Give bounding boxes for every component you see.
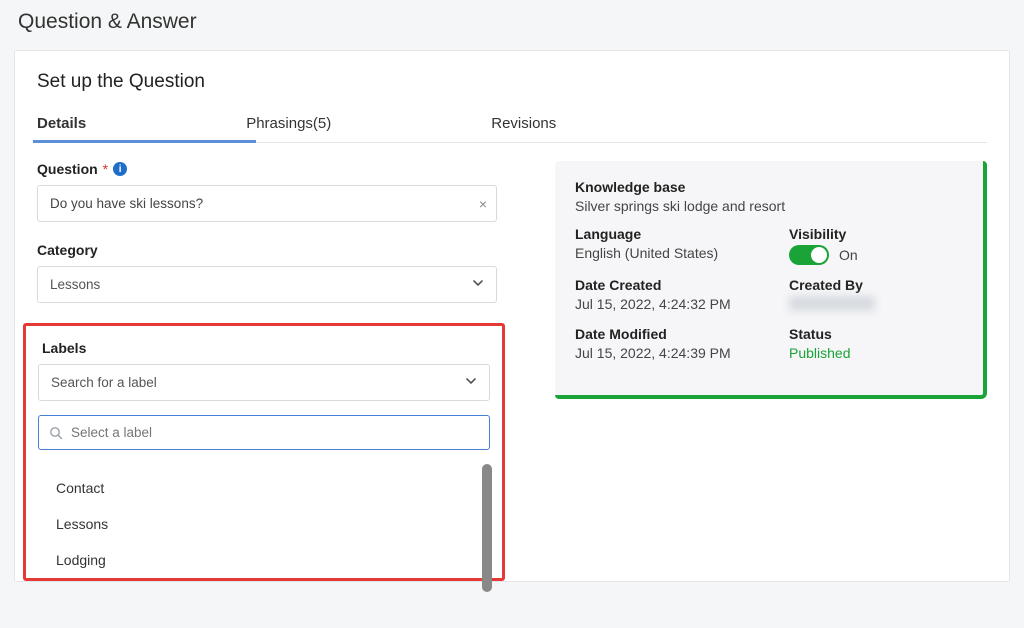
tab-revisions[interactable]: Revisions — [491, 115, 556, 142]
scrollbar[interactable] — [482, 464, 492, 592]
info-icon[interactable]: i — [113, 162, 127, 176]
required-mark: * — [103, 161, 108, 177]
tabs: Details Phrasings(5) Revisions — [37, 115, 987, 143]
search-icon — [49, 426, 63, 440]
tab-details[interactable]: Details — [37, 115, 86, 142]
date-created-value: Jul 15, 2022, 4:24:32 PM — [575, 296, 749, 312]
labels-search-input[interactable] — [71, 425, 479, 440]
card-title: Set up the Question — [37, 71, 987, 93]
chevron-down-icon — [465, 375, 477, 390]
info-panel: Knowledge base Silver springs ski lodge … — [555, 161, 987, 399]
page-title: Question & Answer — [18, 10, 1010, 34]
status-value: Published — [789, 345, 963, 361]
category-label: Category — [37, 242, 497, 258]
created-by-value — [789, 296, 963, 314]
category-select[interactable]: Lessons — [37, 266, 497, 303]
date-modified-value: Jul 15, 2022, 4:24:39 PM — [575, 345, 749, 361]
clear-icon[interactable]: × — [479, 196, 487, 212]
language-value: English (United States) — [575, 245, 749, 261]
labels-options: Contact Lessons Lodging — [38, 470, 490, 578]
kb-value: Silver springs ski lodge and resort — [575, 198, 963, 214]
status-label: Status — [789, 326, 963, 342]
created-by-label: Created By — [789, 277, 963, 293]
labels-select[interactable]: Search for a label — [38, 364, 490, 401]
label-option-contact[interactable]: Contact — [38, 470, 490, 506]
visibility-value: On — [839, 247, 858, 263]
date-modified-label: Date Modified — [575, 326, 749, 342]
visibility-label: Visibility — [789, 226, 963, 242]
label-option-lessons[interactable]: Lessons — [38, 506, 490, 542]
date-created-label: Date Created — [575, 277, 749, 293]
language-label: Language — [575, 226, 749, 242]
category-selected: Lessons — [50, 277, 100, 292]
label-option-lodging[interactable]: Lodging — [38, 542, 490, 578]
question-label-text: Question — [37, 161, 98, 177]
visibility-toggle[interactable] — [789, 245, 829, 265]
labels-section: Labels Search for a label — [23, 323, 505, 581]
question-label: Question * i — [37, 161, 497, 177]
labels-select-placeholder: Search for a label — [51, 375, 157, 390]
question-card: Set up the Question Details Phrasings(5)… — [14, 50, 1010, 582]
labels-label: Labels — [42, 340, 490, 356]
chevron-down-icon — [472, 277, 484, 292]
question-input[interactable] — [37, 185, 497, 222]
tab-phrasings[interactable]: Phrasings(5) — [246, 115, 331, 142]
kb-label: Knowledge base — [575, 179, 963, 195]
labels-search[interactable] — [38, 415, 490, 450]
